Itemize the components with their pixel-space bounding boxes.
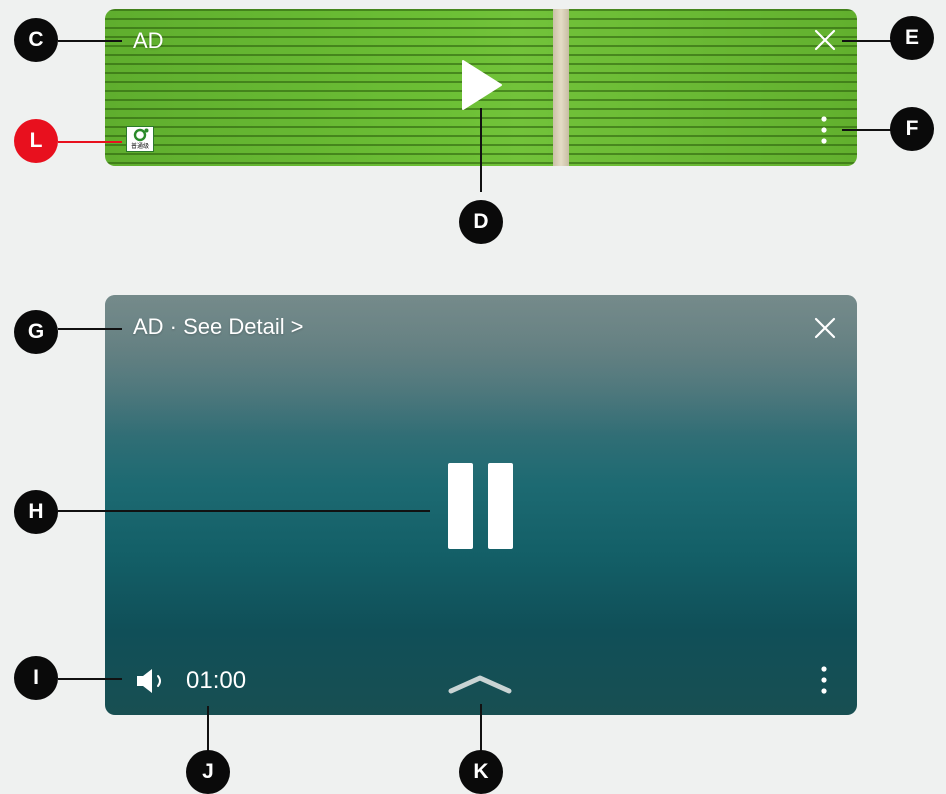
callout-i: I: [14, 656, 58, 700]
play-icon[interactable]: [461, 59, 503, 111]
chevron-right-icon: >: [290, 314, 304, 339]
callout-line-e: [842, 40, 892, 42]
callout-c: C: [14, 18, 58, 62]
callout-j: J: [186, 750, 230, 794]
callout-f: F: [890, 107, 934, 151]
more-vertical-icon[interactable]: [820, 115, 828, 147]
rating-badge-text: 普通级: [130, 143, 149, 150]
callout-k: K: [459, 750, 503, 794]
callout-line-l: [58, 141, 122, 143]
callout-line-d: [480, 108, 482, 192]
callout-l: L: [14, 119, 58, 163]
callout-g: G: [14, 310, 58, 354]
ad-see-detail-link[interactable]: AD · See Detail >: [133, 314, 303, 340]
close-icon[interactable]: [814, 29, 836, 51]
callout-line-i: [58, 678, 122, 680]
callout-h: H: [14, 490, 58, 534]
chevron-up-icon[interactable]: [448, 674, 512, 694]
callout-line-f: [842, 129, 892, 131]
video-frame-path: [553, 9, 569, 166]
callout-line-c: [58, 40, 122, 42]
more-vertical-icon[interactable]: [820, 665, 828, 697]
callout-line-g: [58, 328, 122, 330]
pause-icon[interactable]: [447, 462, 515, 550]
rating-badge-icon: 普通级: [126, 126, 154, 152]
callout-line-h: [58, 510, 430, 512]
volume-icon[interactable]: [135, 668, 171, 694]
ad-label: AD: [133, 28, 164, 53]
expanded-video-player[interactable]: AD · See Detail > 01:00: [105, 295, 857, 715]
close-icon[interactable]: [814, 317, 836, 339]
playback-time: 01:00: [186, 667, 247, 694]
ad-detail-text: AD · See Detail: [133, 314, 285, 339]
callout-e: E: [890, 16, 934, 60]
callout-d: D: [459, 200, 503, 244]
